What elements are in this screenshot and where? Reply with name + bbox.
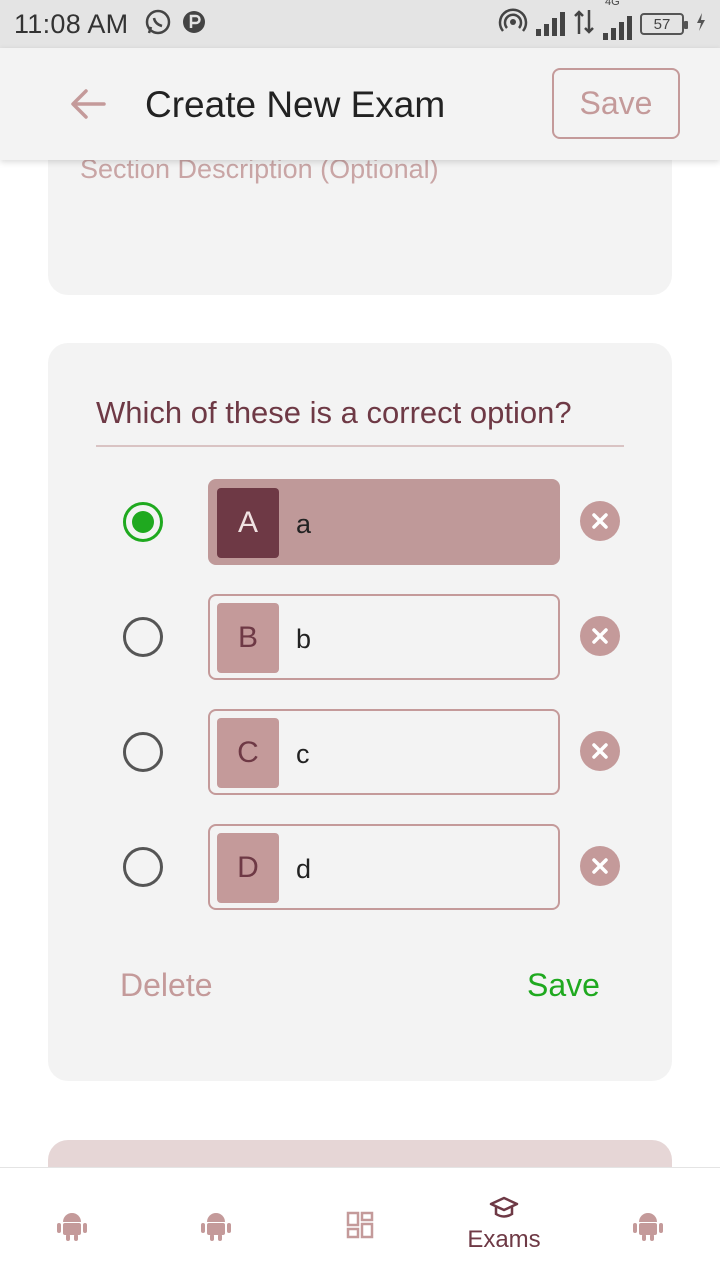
status-bar: 11:08 AM 4G 57 (0, 0, 720, 48)
option-row: D d (48, 824, 672, 910)
remove-option-c-button[interactable] (580, 731, 620, 771)
option-radio-c[interactable] (123, 732, 163, 772)
remove-option-d-button[interactable] (580, 846, 620, 886)
nav-item-2[interactable] (144, 1168, 288, 1280)
option-text: c (296, 739, 310, 769)
android-icon (633, 1212, 663, 1241)
save-exam-button[interactable]: Save (552, 68, 680, 139)
question-input[interactable]: Which of these is a correct option? (96, 395, 624, 447)
option-field-d[interactable]: D d (208, 824, 560, 910)
close-icon (592, 743, 608, 759)
battery-level: 57 (653, 15, 671, 33)
hotspot-icon (498, 7, 528, 41)
save-question-button[interactable]: Save (527, 967, 600, 1004)
option-letter-badge: A (217, 488, 279, 558)
network-type-label: 4G (605, 0, 620, 8)
close-icon (592, 513, 608, 529)
battery-icon: 57 (640, 13, 688, 35)
nav-item-3[interactable] (288, 1168, 432, 1280)
option-text: b (296, 624, 312, 654)
option-letter-badge: B (217, 603, 279, 673)
parking-app-icon (182, 9, 206, 40)
app-bar: Create New Exam Save (0, 48, 720, 160)
dashboard-icon (346, 1211, 374, 1238)
charging-icon (696, 12, 706, 36)
option-letter-badge: C (217, 718, 279, 788)
nav-item-exams[interactable]: Exams (432, 1168, 576, 1280)
close-icon (592, 858, 608, 874)
signal-bars-icon (536, 12, 565, 36)
option-field-a[interactable]: A a (208, 479, 560, 565)
option-radio-a[interactable] (123, 502, 163, 542)
option-radio-d[interactable] (123, 847, 163, 887)
remove-option-a-button[interactable] (580, 501, 620, 541)
graduation-cap-icon (489, 1196, 519, 1218)
status-left-icons (144, 8, 206, 41)
question-card: Which of these is a correct option? A a … (48, 343, 672, 1081)
option-field-b[interactable]: B b (208, 594, 560, 680)
page-title: Create New Exam (145, 84, 446, 125)
delete-question-button[interactable]: Delete (120, 967, 213, 1004)
option-radio-b[interactable] (123, 617, 163, 657)
android-icon (57, 1212, 87, 1241)
close-icon (592, 628, 608, 644)
status-time: 11:08 AM (14, 8, 129, 39)
option-row: B b (48, 594, 672, 680)
network-4g-icon: 4G (603, 0, 632, 40)
status-right-icons: 4G 57 (498, 0, 706, 41)
nav-label-exams: Exams (467, 1225, 541, 1253)
option-text: a (296, 509, 312, 539)
option-letter-badge: D (217, 833, 279, 903)
option-row: C c (48, 709, 672, 795)
whatsapp-icon (144, 8, 172, 41)
option-row: A a (48, 479, 672, 565)
option-field-c[interactable]: C c (208, 709, 560, 795)
option-text: d (296, 854, 312, 884)
nav-item-5[interactable] (576, 1168, 720, 1280)
bottom-nav: Exams (0, 1167, 720, 1280)
data-transfer-icon (573, 8, 595, 41)
nav-item-1[interactable] (0, 1168, 144, 1280)
back-arrow-icon[interactable] (62, 78, 114, 130)
remove-option-b-button[interactable] (580, 616, 620, 656)
android-icon (201, 1212, 231, 1241)
